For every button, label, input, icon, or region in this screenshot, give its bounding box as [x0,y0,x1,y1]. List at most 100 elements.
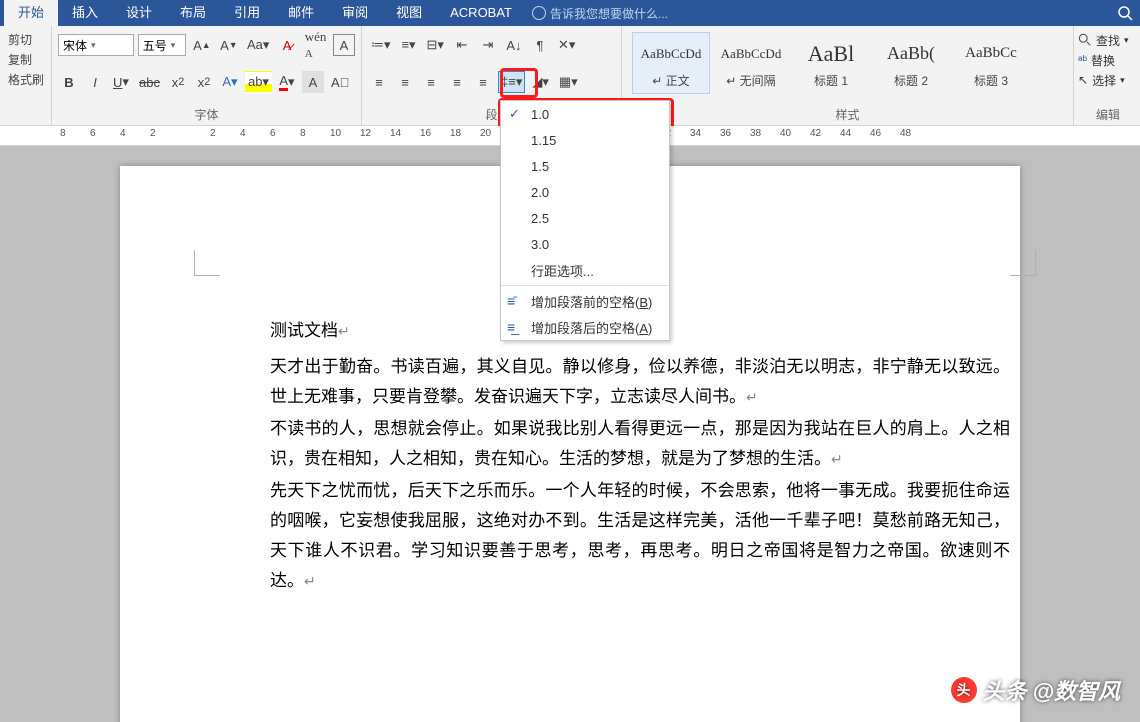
ruler-num: 44 [840,128,870,139]
cursor-icon: ↖ [1078,73,1088,87]
asian-layout-button[interactable]: ✕▾ [555,34,578,56]
bullets-button[interactable]: ≔▾ [368,34,394,56]
styles-group: AaBbCcDd ↵ 正文 AaBbCcDd ↵ 无间隔 AaBl 标题 1 A… [622,26,1074,125]
clear-format-button[interactable]: A̷ [276,34,298,56]
document-content[interactable]: 测试文档↵ 天才出于勤奋。书读百遍，其义自见。静以修身，俭以养德，非淡泊无以明志… [270,316,1010,598]
tell-me-hint[interactable]: 告诉我您想要做什么... [526,5,668,22]
doc-title: 测试文档 [270,321,338,340]
tab-mail[interactable]: 邮件 [274,0,328,26]
enclose-char-button[interactable]: A [333,34,355,56]
style-name: 标题 1 [814,72,848,89]
separator [501,285,669,286]
ls-option-1.0[interactable]: 1.0 [501,101,669,127]
tab-review[interactable]: 审阅 [328,0,382,26]
replace-button[interactable]: ᵃᵇ 替换 [1078,50,1138,70]
doc-paragraph: 不读书的人，思想就会停止。如果说我比别人看得更远一点，那是因为我站在巨人的肩上。… [270,419,1010,468]
doc-paragraph: 天才出于勤奋。书读百遍，其义自见。静以修身，俭以养德，非淡泊无以明志，非宁静无以… [270,357,1010,406]
doc-paragraph: 先天下之忧而忧，后天下之乐而乐。一个人年轻的时候，不会思索，他将一事无成。我要扼… [270,481,1010,590]
ls-option-2.5[interactable]: 2.5 [501,205,669,231]
ls-more-options[interactable]: 行距选项... [501,257,669,283]
ruler-num: 6 [90,128,120,139]
distribute-button[interactable]: ≡ [472,71,494,93]
decrease-indent-button[interactable]: ⇤ [451,34,473,56]
ruler-num: 4 [240,128,270,139]
find-button[interactable]: 查找▾ [1078,30,1138,50]
style-gallery[interactable]: AaBbCcDd ↵ 正文 AaBbCcDd ↵ 无间隔 AaBl 标题 1 A… [628,30,1067,96]
justify-button[interactable]: ≡ [446,71,468,93]
font-color-button[interactable]: A▾ [276,71,298,93]
multilevel-button[interactable]: ⊟▾ [424,34,447,56]
line-spacing-button[interactable]: ‡≡▾ [498,71,525,93]
paragraph-mark-icon: ↵ [304,575,316,590]
clipboard-label [6,121,45,123]
style-name: 标题 2 [894,72,928,89]
select-button[interactable]: ↖ 选择▾ [1078,70,1138,90]
paragraph-mark-icon: ↵ [338,325,350,340]
ls-add-before-label: 增加段落前的空格(B) [531,292,652,311]
tab-insert[interactable]: 插入 [58,0,112,26]
style-heading3[interactable]: AaBbCc 标题 3 [952,32,1030,94]
numbering-button[interactable]: ≡▾ [398,34,420,56]
underline-button[interactable]: U▾ [110,71,132,93]
borders-button[interactable]: ▦▾ [556,71,581,93]
style-name: ↵ 正文 [652,72,689,89]
tab-view[interactable]: 视图 [382,0,436,26]
ruler-num: 2 [150,128,180,139]
char-shading-button[interactable]: A [302,71,324,93]
show-marks-button[interactable]: ¶ [529,34,551,56]
style-preview: AaBbCcDd [641,38,702,70]
watermark-prefix: 头条 [983,674,1027,706]
strike-button[interactable]: abc [136,71,163,93]
style-preview: AaBbCc [965,38,1017,70]
ruler-num: 10 [330,128,360,139]
align-left-button[interactable]: ≡ [368,71,390,93]
highlight-button[interactable]: ab▾ [245,71,272,93]
superscript-button[interactable]: x2 [193,71,215,93]
grow-font-button[interactable]: A▲ [190,34,213,56]
tab-acrobat[interactable]: ACROBAT [436,0,526,26]
subscript-button[interactable]: x2 [167,71,189,93]
ls-option-3.0[interactable]: 3.0 [501,231,669,257]
ls-option-2.0[interactable]: 2.0 [501,179,669,205]
ls-option-1.5[interactable]: 1.5 [501,153,669,179]
watermark-handle: @数智风 [1033,674,1120,706]
italic-button[interactable]: I [84,71,106,93]
style-normal[interactable]: AaBbCcDd ↵ 正文 [632,32,710,94]
tab-references[interactable]: 引用 [220,0,274,26]
ls-add-before[interactable]: ≡̄ 增加段落前的空格(B) [501,288,669,314]
ruler-num: 12 [360,128,390,139]
align-center-button[interactable]: ≡ [394,71,416,93]
copy-button[interactable]: 复制 [6,50,45,70]
shrink-font-button[interactable]: A▼ [217,34,240,56]
style-heading2[interactable]: AaBb( 标题 2 [872,32,950,94]
font-group: 宋体▾ 五号▾ A▲ A▼ Aa▾ A̷ wénA A B I U▾ abc x… [52,26,362,125]
sort-button[interactable]: A↓ [503,34,525,56]
font-group-label: 字体 [58,104,355,123]
bold-button[interactable]: B [58,71,80,93]
tab-layout[interactable]: 布局 [166,0,220,26]
cut-button[interactable]: 剪切 [6,30,45,50]
style-no-spacing[interactable]: AaBbCcDd ↵ 无间隔 [712,32,790,94]
char-border-button[interactable]: A⃝ [328,71,352,93]
align-right-button[interactable]: ≡ [420,71,442,93]
text-effects-button[interactable]: A▾ [219,71,241,93]
tab-design[interactable]: 设计 [112,0,166,26]
format-painter-button[interactable]: 格式刷 [6,70,45,90]
font-name-combo[interactable]: 宋体▾ [58,34,134,56]
clipboard-group: 剪切 复制 格式刷 [0,26,52,125]
style-heading1[interactable]: AaBl 标题 1 [792,32,870,94]
font-size-combo[interactable]: 五号▾ [138,34,187,56]
ruler-num: 8 [300,128,330,139]
increase-indent-button[interactable]: ⇥ [477,34,499,56]
ls-option-1.15[interactable]: 1.15 [501,127,669,153]
styles-group-label: 样式 [628,104,1067,123]
watermark-logo-icon: 头 [951,677,977,703]
ruler-num: 16 [420,128,450,139]
ls-add-after[interactable]: ≡̲ 增加段落后的空格(A) [501,314,669,340]
phonetic-guide-button[interactable]: wénA [302,34,329,56]
search-icon-right[interactable] [1110,0,1140,26]
shading-button[interactable]: ◢▾ [529,71,552,93]
tab-home[interactable]: 开始 [4,0,58,26]
change-case-button[interactable]: Aa▾ [244,34,272,56]
replace-icon: ᵃᵇ [1078,53,1087,67]
